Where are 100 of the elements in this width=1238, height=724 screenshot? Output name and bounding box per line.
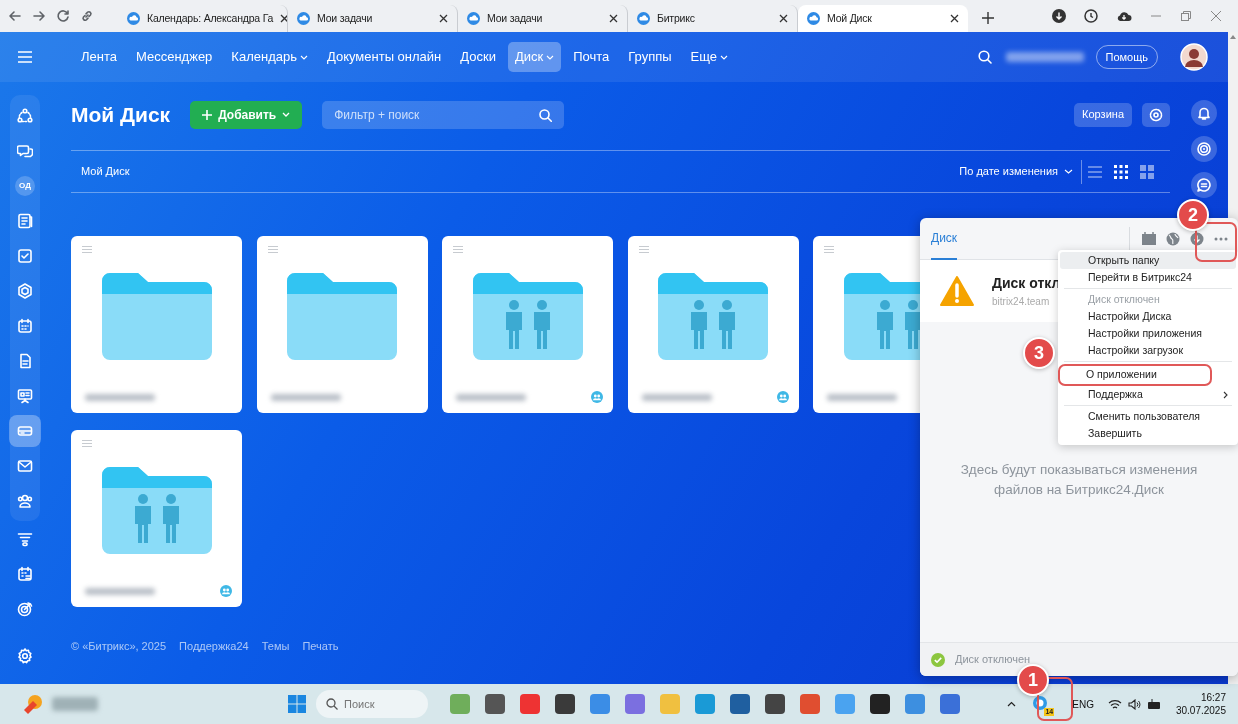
close-icon[interactable] — [609, 14, 618, 23]
sidebar-item[interactable] — [9, 414, 41, 447]
footer-link[interactable]: Поддержка24 — [179, 637, 249, 654]
tab-title: Мои задачи — [487, 10, 544, 26]
chat-icon — [1197, 178, 1211, 192]
bell-icon — [1197, 106, 1211, 120]
target-icon — [17, 600, 33, 617]
page-title: Мой Диск — [71, 101, 171, 128]
settings-icon[interactable] — [17, 648, 33, 664]
chat-icon — [17, 142, 33, 159]
small-grid-view-icon[interactable] — [1114, 164, 1128, 179]
back-icon[interactable] — [8, 9, 22, 23]
windows-start-icon[interactable] — [288, 695, 306, 713]
menu-item[interactable]: Перейти в Битрикс24 — [1060, 269, 1236, 286]
tab-title: Календарь: Александра Га — [147, 10, 274, 26]
news-icon — [17, 212, 33, 229]
settings-icon — [1149, 107, 1163, 122]
host-text: bitrix24.team — [992, 295, 1051, 309]
nav-link[interactable]: Группы — [621, 42, 679, 72]
search-icon[interactable] — [977, 50, 992, 64]
chevron-up-icon[interactable] — [1007, 701, 1017, 707]
nav-link[interactable]: Календарь — [224, 42, 315, 72]
copilot-button[interactable] — [1191, 136, 1217, 162]
blurred-folder-name — [85, 394, 155, 401]
board-icon — [17, 387, 33, 404]
wifi-icon[interactable] — [1107, 698, 1122, 710]
large-grid-view-icon[interactable] — [1140, 164, 1154, 179]
chevron-down-icon — [299, 54, 308, 60]
initials-avatar: ОД — [15, 175, 35, 196]
folder-card[interactable] — [627, 236, 799, 413]
nav-link[interactable]: Лента — [74, 42, 124, 72]
drag-handle-icon — [82, 246, 92, 253]
browser-tab[interactable]: Мой Диск — [798, 5, 968, 32]
calendar-icon[interactable] — [1142, 232, 1156, 245]
chevron-down-icon — [546, 54, 555, 60]
cloud-favicon-icon — [467, 12, 480, 25]
menu-item[interactable]: Поддержка — [1060, 386, 1236, 403]
close-icon[interactable] — [779, 14, 788, 23]
link-icon[interactable] — [80, 9, 94, 23]
nav-link[interactable]: Мессенджер — [129, 42, 220, 72]
drag-handle-icon — [82, 440, 92, 447]
menu-item[interactable]: Настройки приложения — [1060, 325, 1236, 342]
shared-badge-icon — [776, 391, 789, 403]
close-window-icon[interactable] — [1210, 10, 1222, 22]
hexagon-icon — [17, 282, 33, 299]
drag-handle-icon — [638, 246, 649, 253]
menu-item[interactable]: Открыть папку — [1060, 252, 1236, 269]
copyright-text: © «Битрикс», 2025 — [71, 638, 167, 654]
reload-icon[interactable] — [56, 9, 70, 23]
menu-item[interactable]: О приложении — [1058, 364, 1212, 386]
folder-card[interactable] — [442, 236, 613, 413]
calendar-list-icon — [17, 565, 33, 582]
close-icon[interactable] — [950, 14, 959, 23]
language-indicator[interactable]: ENG — [1072, 696, 1094, 712]
sort-dropdown[interactable]: По дате изменения — [959, 159, 1082, 184]
avatar-silhouette-icon[interactable] — [1180, 43, 1208, 71]
taskbar-search-field[interactable]: Поиск — [316, 690, 428, 718]
tab-title: Мой Диск — [827, 10, 873, 26]
history-icon[interactable] — [1084, 9, 1098, 23]
nav-link[interactable]: Почта — [566, 42, 617, 72]
menu-item[interactable]: Настройки Диска — [1060, 308, 1236, 325]
list-view-icon[interactable] — [1088, 164, 1102, 179]
close-icon[interactable] — [280, 14, 287, 23]
breadcrumb-link[interactable]: Мой Диск — [81, 163, 130, 180]
taskbar-app-icon[interactable] — [554, 694, 575, 714]
footer-link[interactable]: Печать — [302, 637, 339, 654]
chat-button[interactable] — [1191, 172, 1217, 198]
menu-item[interactable]: Сменить пользователя — [1060, 408, 1236, 425]
globe-icon[interactable] — [1166, 231, 1180, 246]
taskbar-app-icon[interactable] — [484, 694, 505, 714]
speaker-icon[interactable] — [1127, 698, 1141, 710]
taskbar-app-icon[interactable] — [869, 694, 890, 714]
blurred-folder-name — [827, 394, 897, 401]
trash-button[interactable]: Корзина — [1074, 102, 1132, 127]
shared-badge-icon — [591, 391, 603, 403]
nav-link[interactable]: Доски — [453, 42, 503, 72]
nav-link[interactable]: Еще — [683, 42, 736, 72]
menu-item[interactable]: Настройки загрузок — [1060, 342, 1236, 359]
cloud-favicon-icon — [127, 12, 140, 25]
download-icon[interactable] — [1052, 9, 1066, 23]
more-icon[interactable] — [1214, 236, 1228, 241]
menu-icon[interactable] — [18, 51, 32, 63]
people-icon — [17, 492, 33, 509]
menu-item[interactable]: Завершить — [1060, 425, 1236, 442]
close-icon[interactable] — [439, 14, 448, 23]
check-circle-icon — [931, 652, 945, 667]
settings-button[interactable] — [1142, 102, 1170, 127]
restore-icon[interactable] — [1180, 10, 1192, 22]
cloud-download-icon[interactable] — [1116, 10, 1132, 22]
blurred-folder-name — [270, 394, 341, 401]
document-icon — [17, 352, 33, 369]
new-tab-icon[interactable] — [982, 12, 994, 24]
folder-card[interactable] — [71, 430, 242, 607]
forward-icon[interactable] — [32, 9, 46, 23]
tab-title: Битрикс — [657, 10, 696, 26]
footer-link[interactable]: Темы — [261, 637, 290, 654]
taskbar-app-icon[interactable] — [764, 694, 785, 714]
nav-link[interactable]: Документы онлайн — [319, 42, 449, 72]
battery-icon[interactable] — [1146, 699, 1162, 709]
notifications-button[interactable] — [1191, 100, 1217, 126]
